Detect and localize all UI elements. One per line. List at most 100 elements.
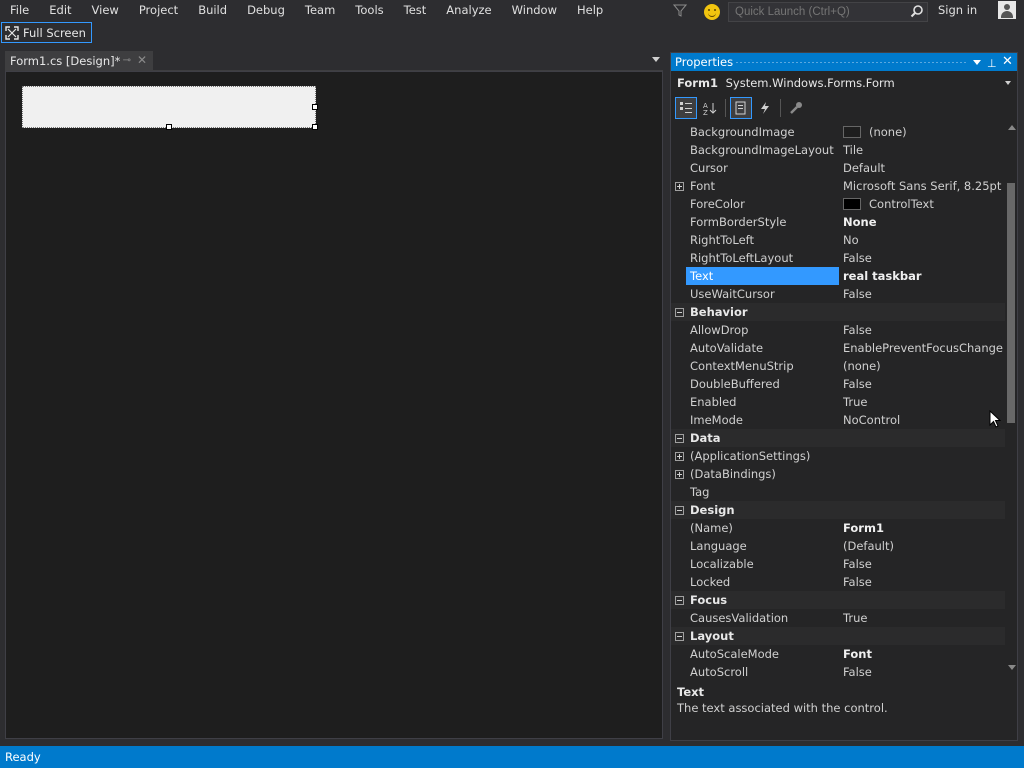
property-value[interactable]: False <box>843 375 1003 393</box>
property-value[interactable]: EnablePreventFocusChange <box>843 339 1003 357</box>
properties-view-button[interactable] <box>730 97 752 119</box>
collapse-icon[interactable] <box>675 434 684 443</box>
category-row[interactable]: Layout <box>671 627 1005 645</box>
property-value[interactable]: False <box>843 555 1003 573</box>
property-value[interactable]: Default <box>843 159 1003 177</box>
property-value[interactable]: True <box>843 609 1003 627</box>
menu-help[interactable]: Help <box>567 0 613 21</box>
property-value[interactable]: ControlText <box>843 195 1003 213</box>
property-value[interactable]: True <box>843 393 1003 411</box>
property-row[interactable]: AutoScroll False <box>671 663 1005 681</box>
property-row[interactable]: CausesValidation True <box>671 609 1005 627</box>
property-row[interactable]: BackgroundImageLayout Tile <box>671 141 1005 159</box>
property-value[interactable]: Font <box>843 645 1003 663</box>
menu-project[interactable]: Project <box>129 0 188 21</box>
quick-launch-input[interactable] <box>728 2 928 22</box>
vertical-scrollbar[interactable] <box>1005 123 1017 671</box>
menu-window[interactable]: Window <box>502 0 567 21</box>
menu-edit[interactable]: Edit <box>39 0 81 21</box>
alphabetical-button[interactable]: AZ <box>699 97 721 119</box>
collapse-icon[interactable] <box>675 308 684 317</box>
expand-icon[interactable] <box>675 470 684 479</box>
property-value[interactable]: False <box>843 663 1003 681</box>
chevron-down-icon[interactable] <box>973 60 981 65</box>
object-selector[interactable]: Form1 System.Windows.Forms.Form <box>671 73 1017 93</box>
property-value[interactable]: NoControl <box>843 411 1003 429</box>
expand-icon[interactable] <box>675 452 684 461</box>
property-row[interactable]: AutoValidate EnablePreventFocusChange <box>671 339 1005 357</box>
property-row[interactable]: BackgroundImage (none) <box>671 123 1005 141</box>
collapse-icon[interactable] <box>675 596 684 605</box>
categorized-button[interactable] <box>675 97 697 119</box>
events-button[interactable] <box>754 97 776 119</box>
collapse-icon[interactable] <box>675 632 684 641</box>
property-value[interactable]: Form1 <box>843 519 1003 537</box>
collapse-icon[interactable] <box>675 506 684 515</box>
property-row[interactable]: Locked False <box>671 573 1005 591</box>
menu-team[interactable]: Team <box>295 0 345 21</box>
category-row[interactable]: Data <box>671 429 1005 447</box>
property-value[interactable]: Tile <box>843 141 1003 159</box>
property-value[interactable]: No <box>843 231 1003 249</box>
property-row[interactable]: Enabled True <box>671 393 1005 411</box>
property-row[interactable]: Tag <box>671 483 1005 501</box>
account-icon[interactable] <box>998 1 1016 19</box>
property-row[interactable]: Language (Default) <box>671 537 1005 555</box>
property-row[interactable]: ForeColor ControlText <box>671 195 1005 213</box>
property-value[interactable]: Microsoft Sans Serif, 8.25pt <box>843 177 1003 195</box>
resize-handle-bottom-right[interactable] <box>312 124 318 130</box>
close-icon[interactable]: ✕ <box>137 53 147 67</box>
property-row[interactable]: Font Microsoft Sans Serif, 8.25pt <box>671 177 1005 195</box>
resize-handle-bottom[interactable] <box>166 124 172 130</box>
filter-icon[interactable] <box>673 3 687 18</box>
property-row[interactable]: (Name) Form1 <box>671 519 1005 537</box>
property-row[interactable]: AllowDrop False <box>671 321 1005 339</box>
property-row[interactable]: ContextMenuStrip (none) <box>671 357 1005 375</box>
chevron-down-icon[interactable] <box>652 57 660 62</box>
property-row[interactable]: Text real taskbar <box>671 267 1005 285</box>
property-value[interactable]: (none) <box>843 123 1003 141</box>
menu-file[interactable]: File <box>0 0 39 21</box>
property-value[interactable]: None <box>843 213 1003 231</box>
property-row[interactable]: AutoScaleMode Font <box>671 645 1005 663</box>
property-row[interactable]: (DataBindings) <box>671 465 1005 483</box>
sign-in-link[interactable]: Sign in <box>938 0 977 21</box>
expand-icon[interactable] <box>675 182 684 191</box>
menu-test[interactable]: Test <box>394 0 437 21</box>
menu-build[interactable]: Build <box>188 0 237 21</box>
menu-tools[interactable]: Tools <box>345 0 393 21</box>
property-row[interactable]: UseWaitCursor False <box>671 285 1005 303</box>
tab-form1-design[interactable]: Form1.cs [Design]* ⊸ ✕ <box>5 51 153 70</box>
scroll-up-icon[interactable] <box>1008 125 1016 130</box>
property-value[interactable]: (Default) <box>843 537 1003 555</box>
category-row[interactable]: Design <box>671 501 1005 519</box>
property-value[interactable]: (none) <box>843 357 1003 375</box>
property-row[interactable]: FormBorderStyle None <box>671 213 1005 231</box>
property-row[interactable]: Cursor Default <box>671 159 1005 177</box>
property-value[interactable]: False <box>843 285 1003 303</box>
pin-icon[interactable]: ⊥ <box>987 55 997 73</box>
chevron-down-icon[interactable] <box>1005 81 1011 85</box>
property-value[interactable]: real taskbar <box>843 267 1003 285</box>
property-value[interactable]: False <box>843 249 1003 267</box>
property-row[interactable]: Localizable False <box>671 555 1005 573</box>
property-value[interactable]: False <box>843 573 1003 591</box>
property-row[interactable]: ImeMode NoControl <box>671 411 1005 429</box>
feedback-smiley-icon[interactable] <box>704 4 720 20</box>
resize-handle-right[interactable] <box>312 104 318 110</box>
properties-title-bar[interactable]: Properties ⊥ ✕ <box>671 53 1017 71</box>
pin-icon[interactable]: ⊸ <box>123 55 131 66</box>
close-icon[interactable]: ✕ <box>1002 53 1013 71</box>
full-screen-button[interactable]: Full Screen <box>1 22 92 43</box>
menu-view[interactable]: View <box>82 0 129 21</box>
design-surface[interactable] <box>5 71 663 739</box>
scroll-thumb[interactable] <box>1007 183 1015 423</box>
scroll-down-icon[interactable] <box>1008 665 1016 670</box>
property-row[interactable]: DoubleBuffered False <box>671 375 1005 393</box>
form-preview[interactable] <box>22 86 318 130</box>
property-row[interactable]: RightToLeftLayout False <box>671 249 1005 267</box>
menu-analyze[interactable]: Analyze <box>436 0 501 21</box>
menu-debug[interactable]: Debug <box>237 0 295 21</box>
property-value[interactable]: False <box>843 321 1003 339</box>
category-row[interactable]: Behavior <box>671 303 1005 321</box>
